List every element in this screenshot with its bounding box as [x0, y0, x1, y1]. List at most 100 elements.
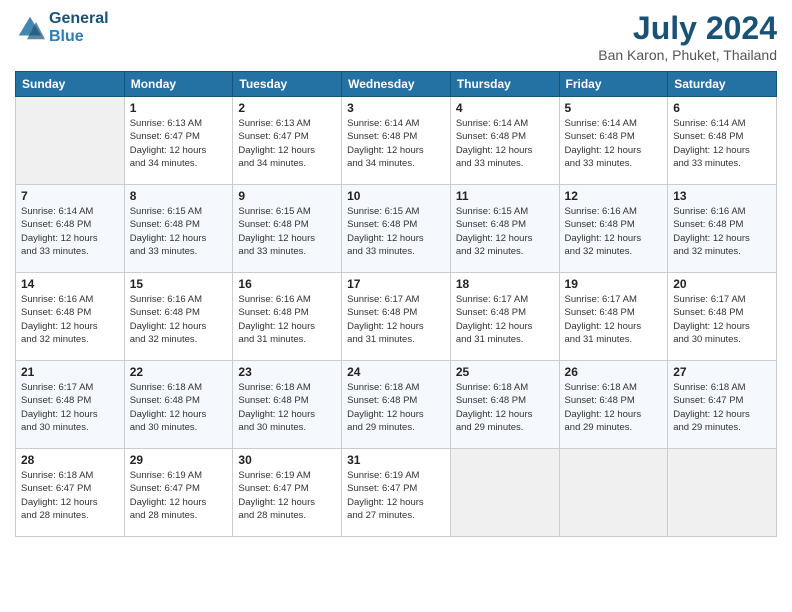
calendar-cell: 11 Sunrise: 6:15 AM Sunset: 6:48 PM Dayli…: [450, 185, 559, 273]
day-info: Sunrise: 6:16 AM Sunset: 6:48 PM Dayligh…: [130, 293, 228, 346]
calendar-cell: 5 Sunrise: 6:14 AM Sunset: 6:48 PM Daylig…: [559, 97, 668, 185]
calendar-cell: 10Sunrise: 6:15 AM Sunset: 6:48 PM Dayli…: [342, 185, 451, 273]
day-number: 8: [130, 189, 228, 203]
day-info: Sunrise: 6:17 AM Sunset: 6:48 PM Dayligh…: [21, 381, 119, 434]
calendar-cell: 14 Sunrise: 6:16 AM Sunset: 6:48 PM Dayli…: [16, 273, 125, 361]
header-day-thursday: Thursday: [450, 72, 559, 97]
day-number: 28: [21, 453, 119, 467]
calendar-cell: 2 Sunrise: 6:13 AM Sunset: 6:47 PM Daylig…: [233, 97, 342, 185]
header-day-tuesday: Tuesday: [233, 72, 342, 97]
calendar-cell: [450, 449, 559, 537]
calendar-header-row: SundayMondayTuesdayWednesdayThursdayFrid…: [16, 72, 777, 97]
day-number: 14: [21, 277, 119, 291]
calendar-cell: 9 Sunrise: 6:15 AM Sunset: 6:48 PM Daylig…: [233, 185, 342, 273]
day-number: 25: [456, 365, 554, 379]
day-number: 24: [347, 365, 445, 379]
calendar-week-2: 7 Sunrise: 6:14 AM Sunset: 6:48 PM Daylig…: [16, 185, 777, 273]
logo-text: General Blue: [49, 10, 109, 45]
calendar-cell: 26 Sunrise: 6:18 AM Sunset: 6:48 PM Dayli…: [559, 361, 668, 449]
day-number: 11: [456, 189, 554, 203]
day-info: Sunrise: 6:13 AM Sunset: 6:47 PM Dayligh…: [130, 117, 228, 170]
calendar-cell: 27Sunrise: 6:18 AM Sunset: 6:47 PM Dayli…: [668, 361, 777, 449]
calendar-cell: [16, 97, 125, 185]
day-number: 20: [673, 277, 771, 291]
day-info: Sunrise: 6:14 AM Sunset: 6:48 PM Dayligh…: [565, 117, 663, 170]
day-info: Sunrise: 6:14 AM Sunset: 6:48 PM Dayligh…: [21, 205, 119, 258]
logo-icon: [15, 13, 45, 43]
day-info: Sunrise: 6:18 AM Sunset: 6:48 PM Dayligh…: [565, 381, 663, 434]
day-info: Sunrise: 6:14 AM Sunset: 6:48 PM Dayligh…: [673, 117, 771, 170]
day-info: Sunrise: 6:18 AM Sunset: 6:47 PM Dayligh…: [21, 469, 119, 522]
day-info: Sunrise: 6:18 AM Sunset: 6:48 PM Dayligh…: [347, 381, 445, 434]
day-number: 22: [130, 365, 228, 379]
calendar-cell: 16 Sunrise: 6:16 AM Sunset: 6:48 PM Dayli…: [233, 273, 342, 361]
day-number: 17: [347, 277, 445, 291]
calendar-cell: 24 Sunrise: 6:18 AM Sunset: 6:48 PM Dayli…: [342, 361, 451, 449]
day-number: 7: [21, 189, 119, 203]
day-info: Sunrise: 6:17 AM Sunset: 6:48 PM Dayligh…: [565, 293, 663, 346]
day-number: 16: [238, 277, 336, 291]
title-section: July 2024 Ban Karon, Phuket, Thailand: [598, 10, 777, 63]
calendar-cell: 1Sunrise: 6:13 AM Sunset: 6:47 PM Daylig…: [124, 97, 233, 185]
day-number: 10: [347, 189, 445, 203]
day-number: 18: [456, 277, 554, 291]
calendar-cell: 28 Sunrise: 6:18 AM Sunset: 6:47 PM Dayli…: [16, 449, 125, 537]
calendar-cell: 19 Sunrise: 6:17 AM Sunset: 6:48 PM Dayli…: [559, 273, 668, 361]
calendar-cell: 7 Sunrise: 6:14 AM Sunset: 6:48 PM Daylig…: [16, 185, 125, 273]
day-number: 23: [238, 365, 336, 379]
calendar-cell: 25 Sunrise: 6:18 AM Sunset: 6:48 PM Dayli…: [450, 361, 559, 449]
calendar-cell: 29Sunrise: 6:19 AM Sunset: 6:47 PM Dayli…: [124, 449, 233, 537]
day-number: 5: [565, 101, 663, 115]
calendar-cell: 8Sunrise: 6:15 AM Sunset: 6:48 PM Daylig…: [124, 185, 233, 273]
day-number: 6: [673, 101, 771, 115]
calendar-cell: 13Sunrise: 6:16 AM Sunset: 6:48 PM Dayli…: [668, 185, 777, 273]
calendar-cell: 4Sunrise: 6:14 AM Sunset: 6:48 PM Daylig…: [450, 97, 559, 185]
calendar-cell: [668, 449, 777, 537]
header-day-sunday: Sunday: [16, 72, 125, 97]
day-number: 2: [238, 101, 336, 115]
calendar-cell: 22 Sunrise: 6:18 AM Sunset: 6:48 PM Dayli…: [124, 361, 233, 449]
header-day-monday: Monday: [124, 72, 233, 97]
calendar-cell: 17 Sunrise: 6:17 AM Sunset: 6:48 PM Dayli…: [342, 273, 451, 361]
day-info: Sunrise: 6:19 AM Sunset: 6:47 PM Dayligh…: [347, 469, 445, 522]
month-year: July 2024: [598, 10, 777, 47]
day-number: 26: [565, 365, 663, 379]
calendar-cell: 3Sunrise: 6:14 AM Sunset: 6:48 PM Daylig…: [342, 97, 451, 185]
header-day-friday: Friday: [559, 72, 668, 97]
calendar-cell: 31Sunrise: 6:19 AM Sunset: 6:47 PM Dayli…: [342, 449, 451, 537]
day-number: 9: [238, 189, 336, 203]
day-info: Sunrise: 6:17 AM Sunset: 6:48 PM Dayligh…: [673, 293, 771, 346]
day-info: Sunrise: 6:15 AM Sunset: 6:48 PM Dayligh…: [238, 205, 336, 258]
logo-line1: General: [49, 10, 109, 28]
calendar-week-4: 21Sunrise: 6:17 AM Sunset: 6:48 PM Dayli…: [16, 361, 777, 449]
calendar-cell: 18 Sunrise: 6:17 AM Sunset: 6:48 PM Dayli…: [450, 273, 559, 361]
day-info: Sunrise: 6:17 AM Sunset: 6:48 PM Dayligh…: [456, 293, 554, 346]
day-info: Sunrise: 6:15 AM Sunset: 6:48 PM Dayligh…: [456, 205, 554, 258]
calendar-cell: 20 Sunrise: 6:17 AM Sunset: 6:48 PM Dayli…: [668, 273, 777, 361]
calendar-cell: 30Sunrise: 6:19 AM Sunset: 6:47 PM Dayli…: [233, 449, 342, 537]
day-number: 19: [565, 277, 663, 291]
day-number: 30: [238, 453, 336, 467]
calendar-table: SundayMondayTuesdayWednesdayThursdayFrid…: [15, 71, 777, 537]
calendar-cell: 23 Sunrise: 6:18 AM Sunset: 6:48 PM Dayli…: [233, 361, 342, 449]
header-day-saturday: Saturday: [668, 72, 777, 97]
calendar-cell: 6 Sunrise: 6:14 AM Sunset: 6:48 PM Daylig…: [668, 97, 777, 185]
day-number: 12: [565, 189, 663, 203]
day-info: Sunrise: 6:13 AM Sunset: 6:47 PM Dayligh…: [238, 117, 336, 170]
day-info: Sunrise: 6:18 AM Sunset: 6:48 PM Dayligh…: [238, 381, 336, 434]
day-info: Sunrise: 6:18 AM Sunset: 6:48 PM Dayligh…: [130, 381, 228, 434]
day-number: 29: [130, 453, 228, 467]
header-day-wednesday: Wednesday: [342, 72, 451, 97]
day-info: Sunrise: 6:18 AM Sunset: 6:48 PM Dayligh…: [456, 381, 554, 434]
day-info: Sunrise: 6:16 AM Sunset: 6:48 PM Dayligh…: [238, 293, 336, 346]
calendar-cell: 12 Sunrise: 6:16 AM Sunset: 6:48 PM Dayli…: [559, 185, 668, 273]
day-info: Sunrise: 6:16 AM Sunset: 6:48 PM Dayligh…: [673, 205, 771, 258]
logo-line2: Blue: [49, 28, 109, 46]
page: General Blue July 2024 Ban Karon, Phuket…: [0, 0, 792, 612]
day-info: Sunrise: 6:16 AM Sunset: 6:48 PM Dayligh…: [565, 205, 663, 258]
day-info: Sunrise: 6:17 AM Sunset: 6:48 PM Dayligh…: [347, 293, 445, 346]
logo: General Blue: [15, 10, 109, 45]
day-number: 15: [130, 277, 228, 291]
day-info: Sunrise: 6:16 AM Sunset: 6:48 PM Dayligh…: [21, 293, 119, 346]
header: General Blue July 2024 Ban Karon, Phuket…: [15, 10, 777, 63]
